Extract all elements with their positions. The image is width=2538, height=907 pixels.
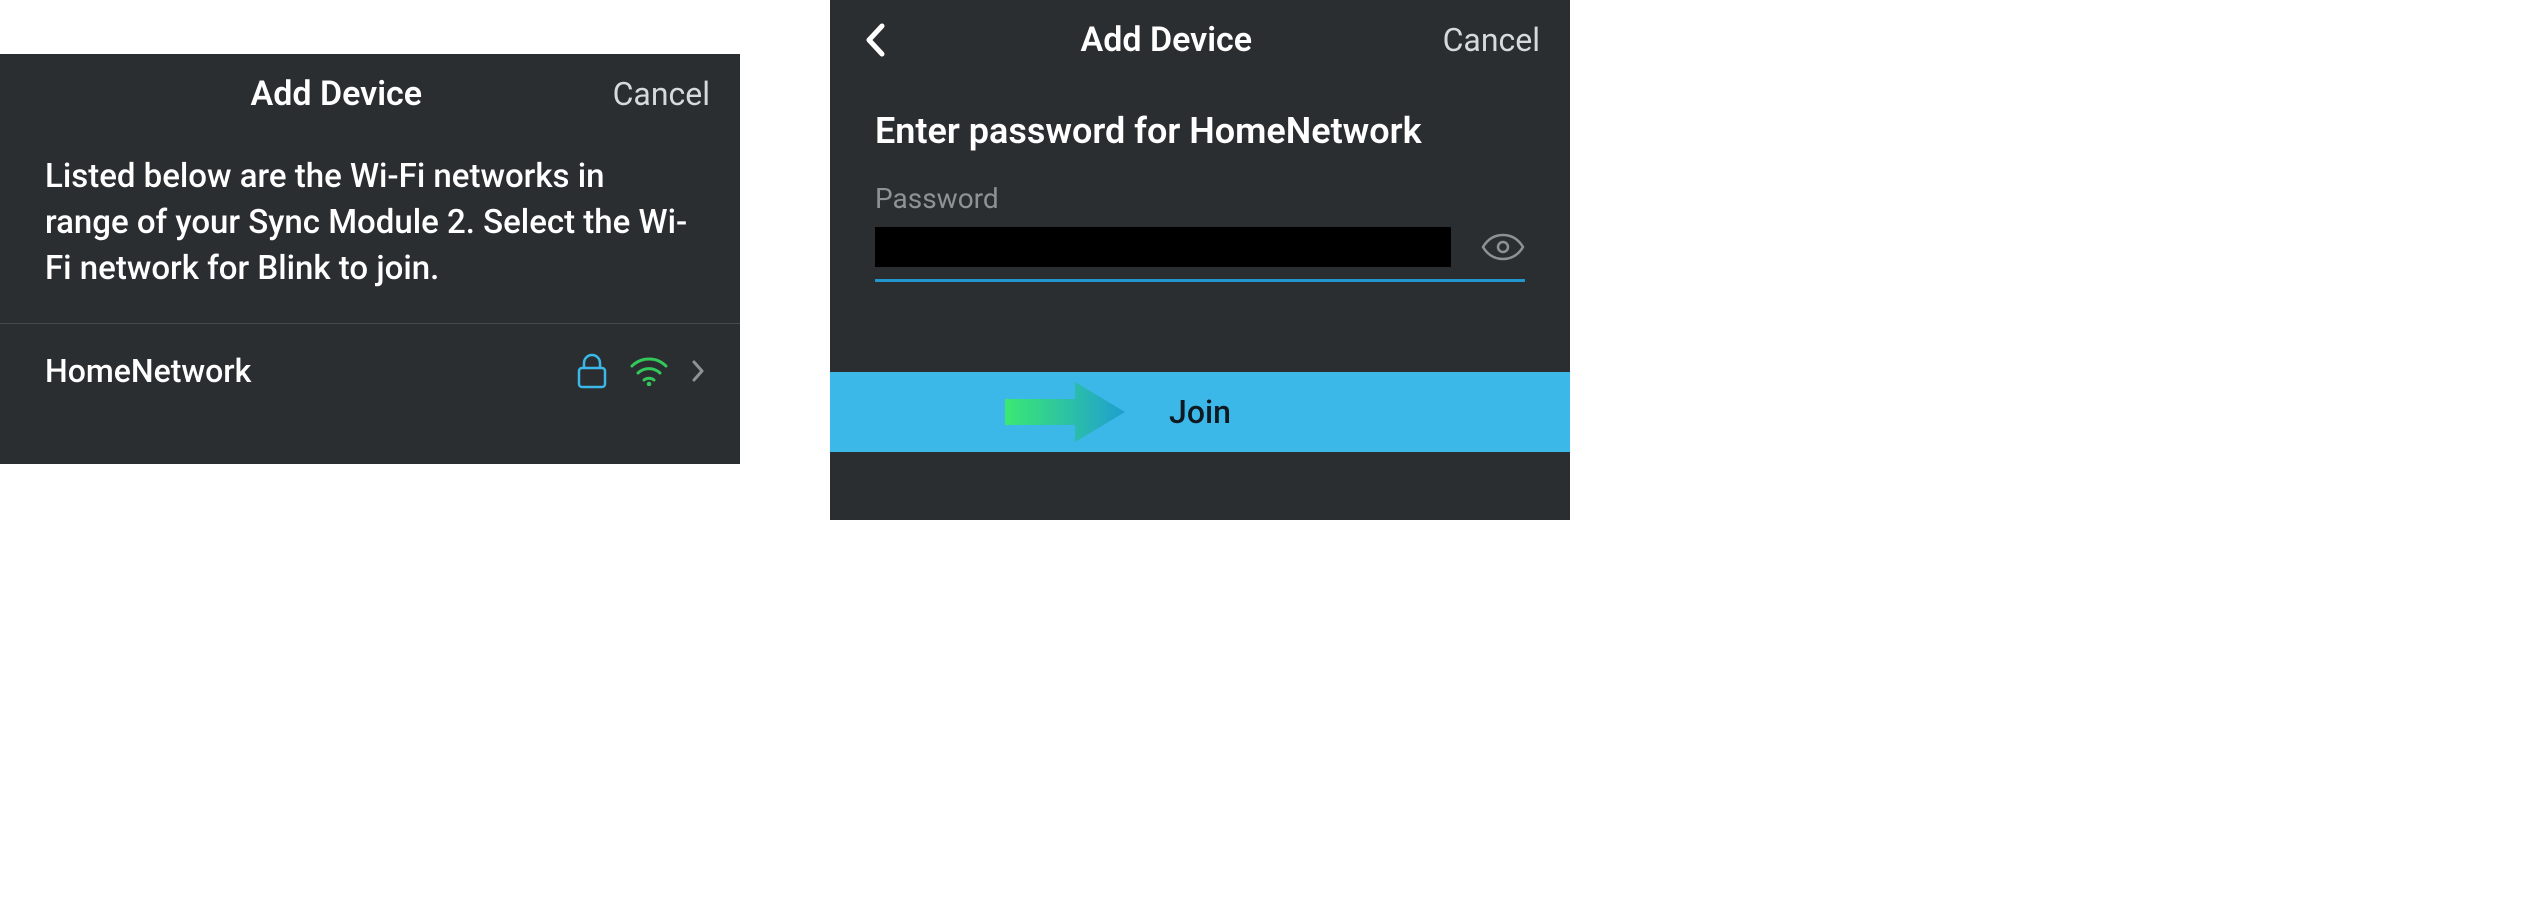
join-label: Join bbox=[1169, 393, 1231, 431]
network-icons bbox=[577, 353, 705, 389]
back-button[interactable] bbox=[860, 20, 890, 60]
nav-title: Add Device bbox=[60, 74, 613, 114]
password-label: Password bbox=[830, 182, 1570, 227]
wifi-icon bbox=[629, 356, 669, 386]
nav-bar: Add Device Cancel bbox=[0, 54, 740, 134]
wifi-select-screen: Add Device Cancel Listed below are the W… bbox=[0, 54, 740, 464]
cancel-button[interactable]: Cancel bbox=[1443, 21, 1540, 59]
password-underline bbox=[875, 279, 1525, 282]
lock-icon bbox=[577, 353, 607, 389]
chevron-right-icon bbox=[691, 359, 705, 383]
nav-title: Add Device bbox=[890, 20, 1443, 60]
password-screen: Add Device Cancel Enter password for Hom… bbox=[830, 0, 1570, 520]
arrow-annotation-icon bbox=[1000, 377, 1130, 447]
chevron-left-icon bbox=[864, 22, 886, 58]
password-heading: Enter password for HomeNetwork bbox=[830, 80, 1570, 182]
description-text: Listed below are the Wi-Fi networks in r… bbox=[0, 134, 740, 323]
join-button[interactable]: Join bbox=[830, 372, 1570, 452]
network-row[interactable]: HomeNetwork bbox=[0, 324, 740, 418]
password-row bbox=[830, 227, 1570, 267]
password-input[interactable] bbox=[875, 227, 1451, 267]
network-name: HomeNetwork bbox=[45, 352, 251, 390]
cancel-button[interactable]: Cancel bbox=[613, 75, 710, 113]
eye-icon[interactable] bbox=[1481, 233, 1525, 261]
nav-bar: Add Device Cancel bbox=[830, 0, 1570, 80]
